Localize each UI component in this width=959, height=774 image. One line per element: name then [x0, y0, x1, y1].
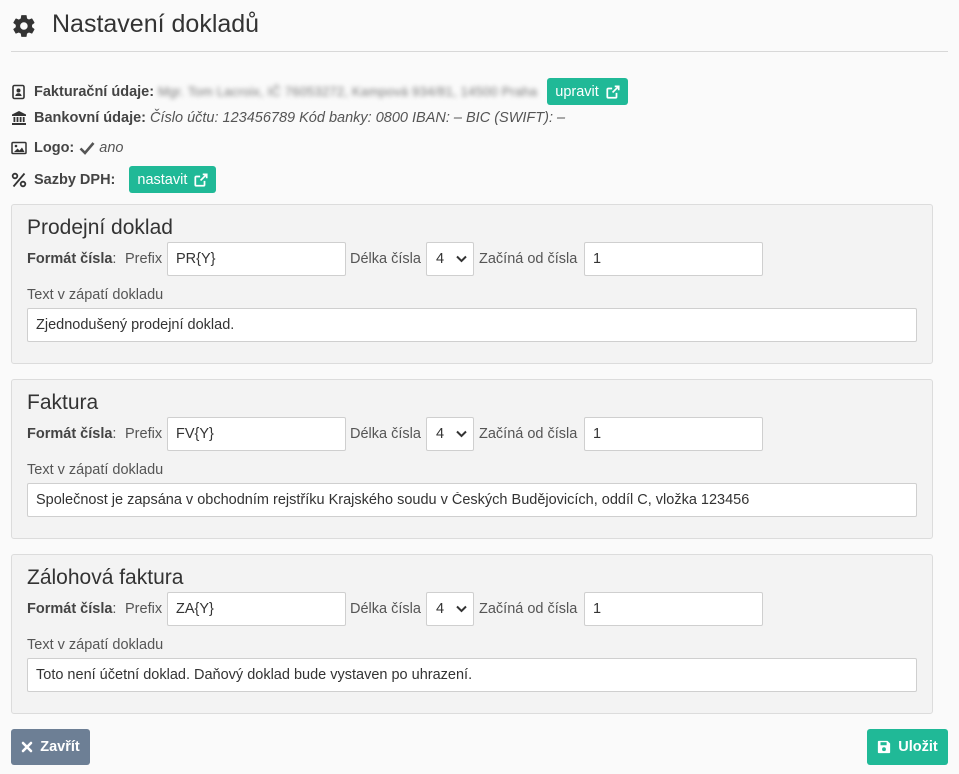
length-value: 4 [436, 601, 445, 617]
check-icon [79, 142, 95, 155]
external-link-icon [606, 84, 620, 99]
close-icon [21, 741, 33, 753]
billing-info-row: Fakturační údaje: Mgr. Tom Lacroix, IČ 7… [11, 78, 628, 105]
start-label: Začíná od čísla [479, 251, 578, 267]
billing-value: Mgr. Tom Lacroix, IČ 76053272, Kampová 9… [158, 84, 538, 99]
edit-billing-label: upravit [555, 83, 599, 100]
section-advance-invoice: Zálohová faktura Formát čísla: Prefix Dé… [11, 554, 933, 714]
footer-text-input[interactable] [27, 483, 917, 517]
length-label: Délka čísla [350, 251, 421, 267]
length-value: 4 [436, 426, 445, 442]
save-button[interactable]: Uložit [867, 729, 948, 765]
chevron-down-icon [456, 255, 467, 263]
section-title: Prodejní doklad [27, 216, 173, 239]
logo-info-row: Logo: ano [11, 140, 123, 156]
save-button-label: Uložit [898, 739, 938, 755]
start-number-input[interactable] [584, 242, 763, 276]
footer-text-label: Text v zápatí dokladu [27, 287, 164, 303]
length-select[interactable]: 4 [426, 417, 474, 451]
billing-label: Fakturační údaje: [34, 83, 155, 100]
section-title: Faktura [27, 391, 99, 414]
format-label: Formát čísla: [27, 251, 117, 267]
image-icon [11, 141, 27, 155]
length-select[interactable]: 4 [426, 592, 474, 626]
page-title: Nastavení dokladů [52, 10, 260, 38]
prefix-input[interactable] [167, 417, 346, 451]
prefix-label: Prefix [125, 601, 163, 617]
footer-text-label: Text v zápatí dokladu [27, 462, 164, 478]
close-button-label: Zavřít [40, 739, 80, 755]
prefix-label: Prefix [125, 426, 163, 442]
vat-label: Sazby DPH: [34, 171, 116, 188]
length-label: Délka čísla [350, 601, 421, 617]
footer-text-label: Text v zápatí dokladu [27, 637, 164, 653]
bank-value: Číslo účtu: 123456789 Kód banky: 0800 IB… [150, 110, 566, 126]
logo-value: ano [99, 140, 124, 156]
footer-text-input[interactable] [27, 308, 917, 342]
length-label: Délka čísla [350, 426, 421, 442]
bank-icon [12, 111, 26, 125]
close-button[interactable]: Zavřít [11, 729, 90, 765]
percent-icon [11, 172, 27, 187]
edit-billing-button[interactable]: upravit [547, 78, 628, 105]
page-header: Nastavení dokladů [11, 9, 948, 52]
section-title: Zálohová faktura [27, 566, 184, 589]
format-label: Formát čísla: [27, 426, 117, 442]
bank-info-row: Bankovní údaje: Číslo účtu: 123456789 Kó… [11, 110, 565, 126]
prefix-input[interactable] [167, 242, 346, 276]
section-sales-receipt: Prodejní doklad Formát čísla: Prefix Dél… [11, 204, 933, 364]
bank-label: Bankovní údaje: [34, 110, 146, 126]
contact-card-icon [12, 84, 25, 99]
footer-text-input[interactable] [27, 658, 917, 692]
vat-info-row: Sazby DPH: nastavit [11, 166, 217, 193]
length-select[interactable]: 4 [426, 242, 474, 276]
format-label: Formát čísla: [27, 601, 117, 617]
logo-label: Logo: [34, 140, 75, 156]
external-link-icon [194, 172, 208, 187]
start-number-input[interactable] [584, 417, 763, 451]
prefix-label: Prefix [125, 251, 163, 267]
length-value: 4 [436, 251, 445, 267]
set-vat-label: nastavit [137, 171, 188, 188]
section-invoice: Faktura Formát čísla: Prefix Délka čísla… [11, 379, 933, 539]
start-number-input[interactable] [584, 592, 763, 626]
gear-icon [13, 15, 35, 37]
chevron-down-icon [456, 430, 467, 438]
prefix-input[interactable] [167, 592, 346, 626]
chevron-down-icon [456, 605, 467, 613]
start-label: Začíná od čísla [479, 426, 578, 442]
start-label: Začíná od čísla [479, 601, 578, 617]
set-vat-button[interactable]: nastavit [129, 166, 217, 193]
floppy-disk-icon [878, 740, 891, 754]
